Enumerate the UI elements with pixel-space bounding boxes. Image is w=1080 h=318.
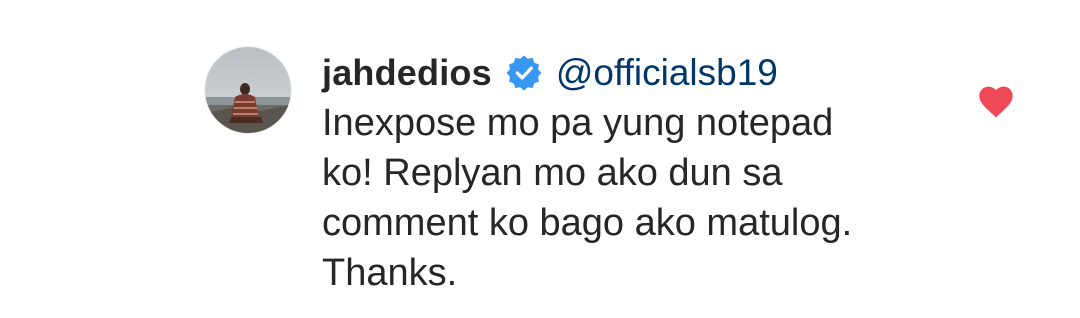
comment-text: Inexpose mo pa yung notepad ko! Replyan …	[322, 98, 962, 298]
comment-item: jahdedios @officialsb19 Inexpose mo pa y…	[0, 0, 1080, 318]
avatar-photo	[205, 47, 291, 133]
verified-badge-icon	[506, 55, 542, 91]
mention-link[interactable]: @officialsb19	[556, 52, 778, 94]
like-button[interactable]	[976, 82, 1016, 122]
username-link[interactable]: jahdedios	[322, 52, 492, 94]
comment-text-line: Inexpose mo pa yung notepad	[322, 102, 834, 144]
comment-text-line: Thanks.	[322, 252, 458, 294]
comment-header: jahdedios @officialsb19	[322, 48, 962, 98]
heart-icon	[979, 86, 1013, 118]
comment-text-line: comment ko bago ako matulog.	[322, 202, 853, 244]
avatar[interactable]	[205, 47, 291, 133]
comment-body: jahdedios @officialsb19 Inexpose mo pa y…	[322, 48, 962, 298]
comment-text-line: ko! Replyan mo ako dun sa	[322, 152, 783, 194]
